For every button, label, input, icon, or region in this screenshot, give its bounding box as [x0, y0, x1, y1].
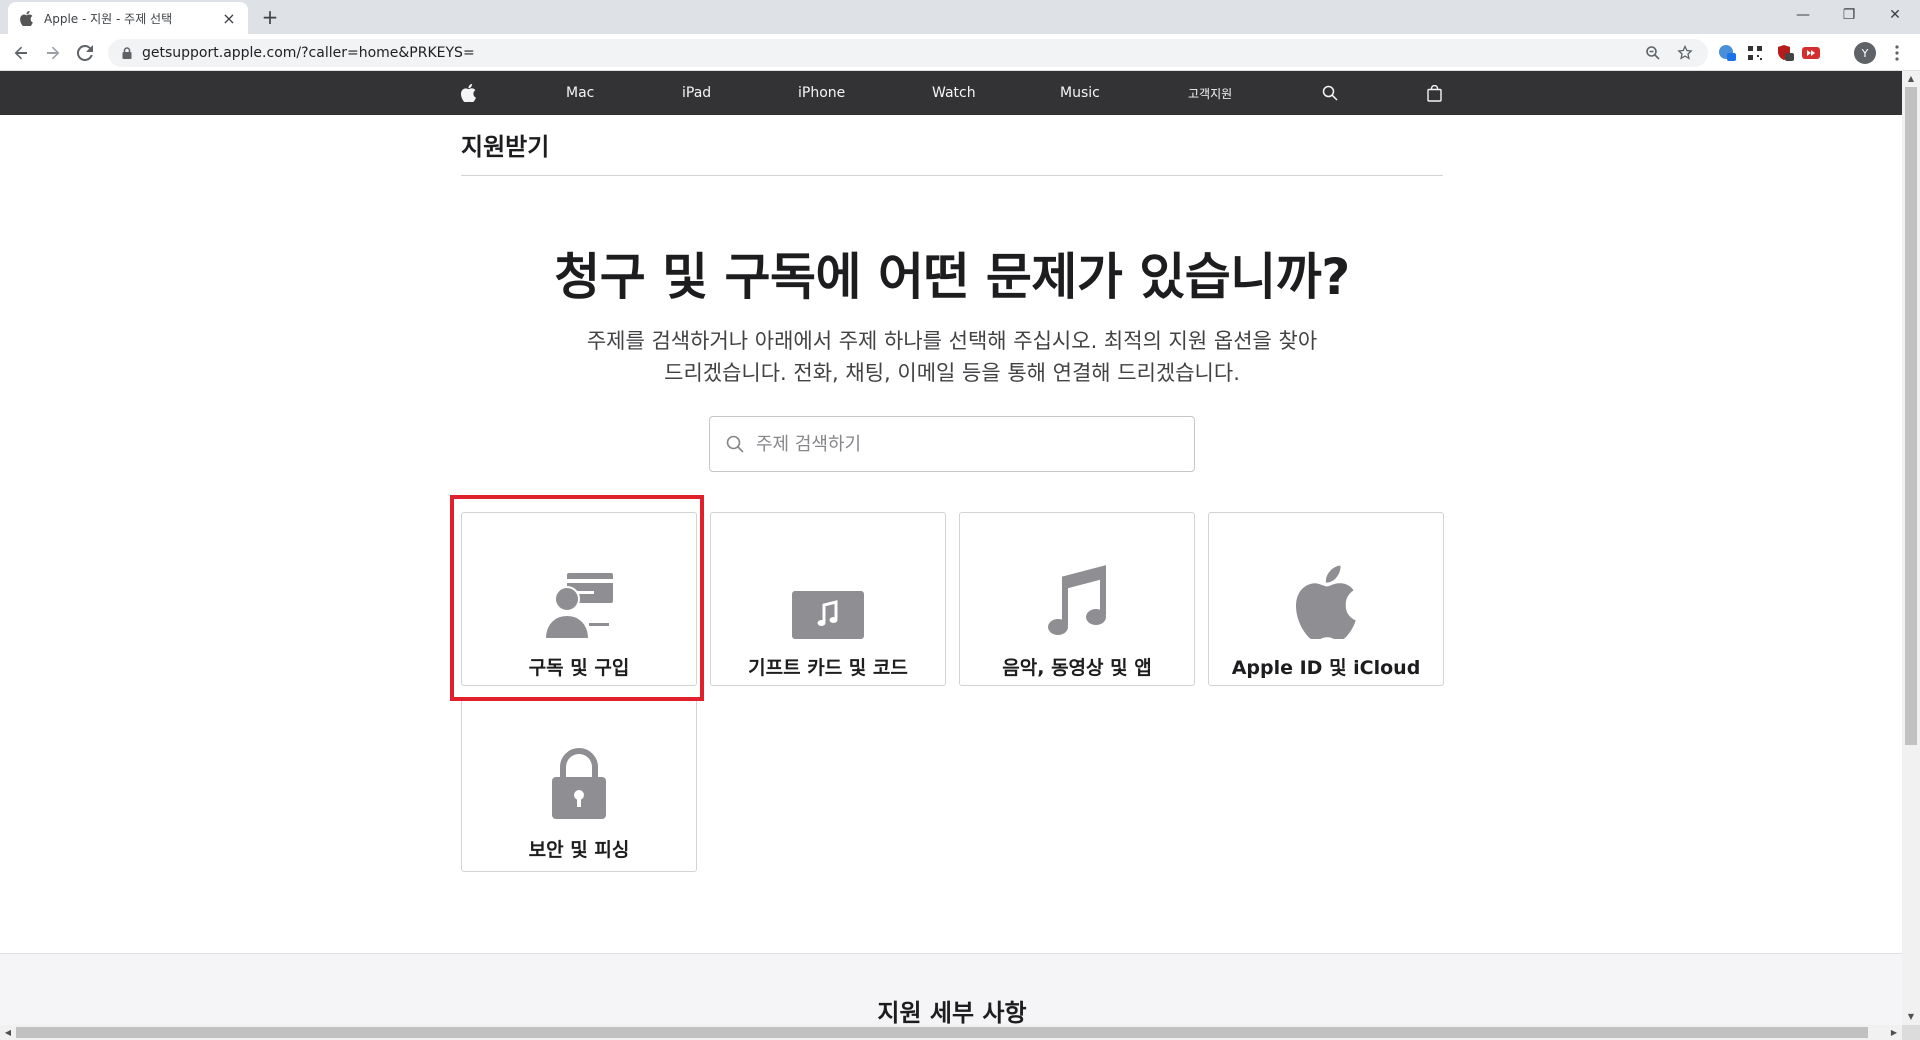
back-arrow-icon [14, 46, 27, 60]
apple-logo-icon [1296, 565, 1356, 639]
nav-item-iphone[interactable]: iPhone [798, 71, 845, 115]
url-text: getsupport.apple.com/?caller=home&PRKEYS… [142, 45, 475, 61]
extension-red-arrows-icon[interactable] [1800, 42, 1822, 64]
vertical-scroll-thumb[interactable] [1905, 87, 1917, 745]
restore-window-button[interactable]: ❐ [1826, 0, 1872, 30]
nav-item-ipad[interactable]: iPad [682, 71, 711, 115]
lock-icon [122, 47, 132, 59]
profile-avatar[interactable]: Y [1854, 42, 1876, 64]
reload-icon [77, 45, 93, 61]
shopping-bag-icon [1427, 84, 1442, 102]
scrollbar-corner [1902, 1025, 1920, 1040]
intro-line-2: 드리겠습니다. 전화, 채팅, 이메일 등을 통해 연결해 드리겠습니다. [664, 361, 1240, 385]
apple-favicon-icon [18, 10, 34, 26]
page-local-title: 지원받기 [461, 133, 550, 161]
tile-label: Apple ID 및 iCloud [1231, 657, 1421, 679]
tab-strip: Apple - 지원 - 주제 선택 × + — ❐ ✕ [0, 0, 1920, 34]
support-page: 지원받기 청구 및 구독에 어떤 문제가 있습니까? 주제를 검색하거나 아래에… [0, 115, 1902, 1025]
music-note-icon [1048, 565, 1106, 635]
browser-tab[interactable]: Apple - 지원 - 주제 선택 × [8, 2, 248, 34]
topic-search-box[interactable] [709, 416, 1195, 472]
tile-label: 보안 및 피싱 [528, 839, 630, 861]
reload-button[interactable] [72, 40, 98, 66]
bookmark-star-icon[interactable] [1674, 42, 1696, 64]
nav-item-watch[interactable]: Watch [932, 71, 976, 115]
new-tab-button[interactable]: + [258, 6, 282, 30]
browser-menu-icon[interactable] [1886, 42, 1908, 64]
tile-label: 기프트 카드 및 코드 [748, 657, 908, 679]
extension-qr-icon[interactable] [1744, 42, 1766, 64]
nav-item-mac[interactable]: Mac [566, 71, 594, 115]
minimize-window-button[interactable]: — [1780, 0, 1826, 30]
address-bar[interactable]: getsupport.apple.com/?caller=home&PRKEYS… [108, 39, 1708, 67]
back-button[interactable] [8, 40, 34, 66]
horizontal-scroll-thumb[interactable] [16, 1027, 1868, 1038]
horizontal-scrollbar[interactable]: ◀ ▶ [0, 1025, 1902, 1040]
nav-item-music[interactable]: Music [1060, 71, 1100, 115]
tile-subscriptions-purchases[interactable]: 구독 및 구입 [461, 512, 697, 686]
intro-text: 주제를 검색하거나 아래에서 주제 하나를 선택해 주십시오. 최적의 지원 옵… [530, 325, 1374, 389]
padlock-icon [552, 748, 606, 819]
tab-close-icon[interactable]: × [220, 9, 238, 28]
gift-card-music-icon [792, 591, 864, 639]
tile-label: 구독 및 구입 [528, 657, 630, 679]
tile-label: 음악, 동영상 및 앱 [1002, 657, 1152, 679]
nav-search-button[interactable] [1322, 71, 1338, 115]
nav-bag-button[interactable] [1427, 71, 1442, 115]
forward-arrow-icon [47, 46, 60, 60]
apple-global-nav: Mac iPad iPhone Watch Music 고객지원 [0, 71, 1902, 115]
apple-logo-icon [461, 84, 476, 102]
extension-shield-icon[interactable] [1774, 42, 1796, 64]
close-window-button[interactable]: ✕ [1872, 0, 1918, 30]
browser-toolbar: getsupport.apple.com/?caller=home&PRKEYS… [0, 34, 1920, 71]
title-divider [461, 175, 1443, 176]
scroll-down-icon[interactable]: ▼ [1902, 1009, 1920, 1025]
page-headline: 청구 및 구독에 어떤 문제가 있습니까? [554, 248, 1350, 306]
nav-item-support[interactable]: 고객지원 [1188, 71, 1232, 115]
vertical-scrollbar[interactable]: ▲ ▼ [1902, 71, 1920, 1025]
forward-button[interactable] [40, 40, 66, 66]
tile-music-video-apps[interactable]: 음악, 동영상 및 앱 [959, 512, 1195, 686]
scroll-up-icon[interactable]: ▲ [1902, 71, 1920, 87]
tile-gift-cards-codes[interactable]: 기프트 카드 및 코드 [710, 512, 946, 686]
topic-search-input[interactable] [756, 433, 1176, 455]
scroll-left-icon[interactable]: ◀ [0, 1025, 16, 1040]
zoom-icon[interactable] [1642, 42, 1664, 64]
tile-apple-id-icloud[interactable]: Apple ID 및 iCloud [1208, 512, 1444, 686]
intro-line-1: 주제를 검색하거나 아래에서 주제 하나를 선택해 주십시오. 최적의 지원 옵… [586, 329, 1318, 353]
scroll-right-icon[interactable]: ▶ [1886, 1025, 1902, 1040]
search-icon [1322, 85, 1338, 101]
subscription-purchase-icon [543, 573, 613, 639]
extension-globe-icon[interactable] [1716, 42, 1738, 64]
search-icon [726, 435, 744, 453]
tile-security-phishing[interactable]: 보안 및 피싱 [461, 698, 697, 872]
apple-home-link[interactable] [461, 71, 476, 115]
tab-title: Apple - 지원 - 주제 선택 [44, 11, 173, 26]
support-details-title: 지원 세부 사항 [877, 999, 1027, 1025]
